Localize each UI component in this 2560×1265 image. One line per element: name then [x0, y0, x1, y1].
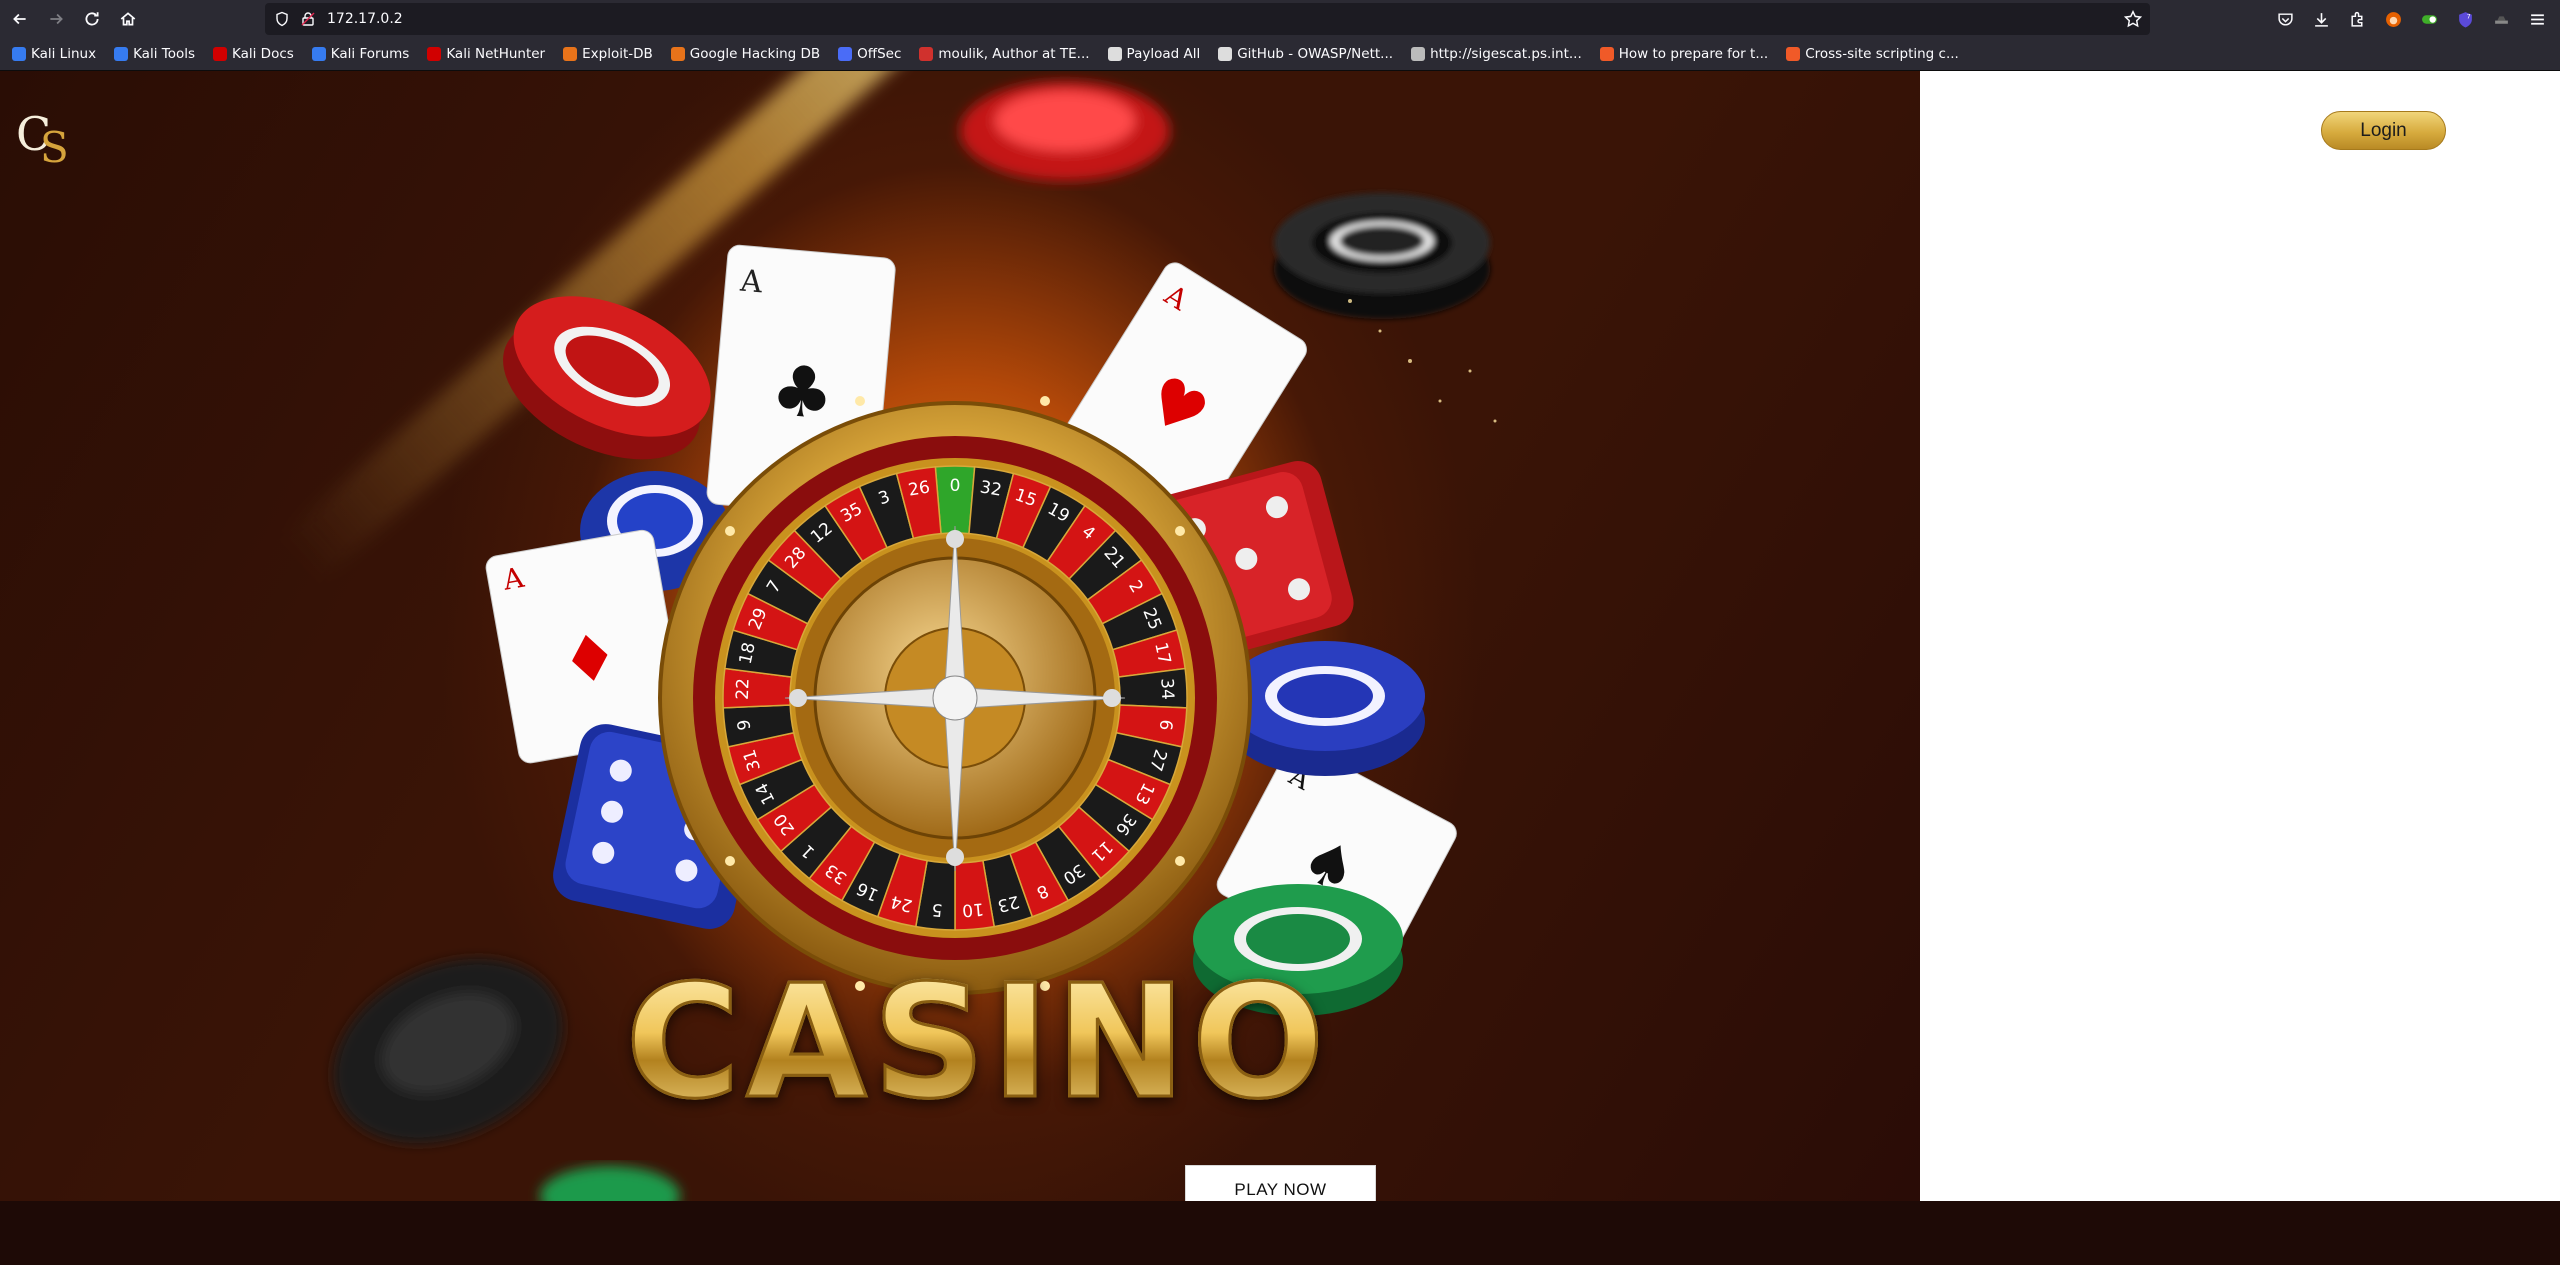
bookmark-favicon-icon	[670, 47, 685, 61]
bookmark-item[interactable]: Kali Docs	[213, 46, 294, 62]
bookmark-label: Kali Tools	[133, 46, 195, 62]
login-button[interactable]: Login	[2321, 111, 2446, 150]
red-chip-blurred	[960, 81, 1170, 181]
bookmark-favicon-icon	[838, 47, 853, 61]
roulette-number: 34	[1156, 678, 1177, 700]
page-bottom-band	[0, 1201, 2560, 1265]
pocket-icon[interactable]	[2272, 6, 2298, 32]
bookmark-item[interactable]: OffSec	[838, 46, 901, 62]
bookmark-favicon-icon	[311, 47, 326, 61]
bookmark-label: Cross-site scripting c...	[1805, 46, 1959, 62]
black-chip	[1274, 193, 1490, 319]
bookmark-item[interactable]: Payload All	[1107, 46, 1201, 62]
toggle-extension-icon[interactable]	[2416, 6, 2442, 32]
roulette-number: 22	[733, 678, 754, 700]
bookmark-item[interactable]: Kali NetHunter	[427, 46, 545, 62]
bookmark-favicon-icon	[12, 47, 26, 61]
bookmark-label: Google Hacking DB	[689, 46, 821, 62]
forward-icon[interactable]	[40, 3, 72, 35]
bookmark-favicon-icon	[1107, 47, 1122, 61]
roulette-number: 0	[950, 476, 961, 496]
url-text[interactable]: 172.17.0.2	[327, 11, 403, 27]
insecure-lock-icon[interactable]	[299, 10, 317, 28]
svg-text:♣: ♣	[768, 349, 838, 436]
bookmark-favicon-icon	[114, 47, 129, 61]
roulette-number: 5	[931, 899, 943, 920]
roulette-number: 26	[907, 477, 932, 500]
bookmark-item[interactable]: Cross-site scripting c...	[1786, 46, 1959, 62]
bookmark-label: http://sigescat.ps.int...	[1430, 46, 1582, 62]
bookmark-item[interactable]: How to prepare for t...	[1599, 46, 1769, 62]
home-icon[interactable]	[112, 3, 144, 35]
bookmark-favicon-icon	[1599, 47, 1614, 61]
bookmark-label: Payload All	[1126, 46, 1201, 62]
reload-icon[interactable]	[76, 3, 108, 35]
shield-icon[interactable]	[273, 10, 291, 28]
green-chip-blurred	[540, 1166, 680, 1201]
roulette-wheel: 0 32 1519421225173462713361130823105241633…	[658, 396, 1252, 995]
play-now-button[interactable]: PLAY NOW	[1185, 1165, 1376, 1201]
red-chip	[503, 296, 711, 460]
toolbar-right-tools: 7	[2272, 0, 2550, 38]
casino-title: CASINO	[618, 950, 1338, 1135]
bookmark-label: GitHub - OWASP/Nett...	[1237, 46, 1394, 62]
bookmark-favicon-icon	[427, 47, 442, 61]
bookmark-favicon-icon	[1218, 47, 1233, 61]
bookmark-favicon-icon	[1411, 47, 1426, 61]
bookmark-item[interactable]: Google Hacking DB	[670, 46, 821, 62]
shield-extension-icon[interactable]: 7	[2452, 6, 2478, 32]
bookmark-item[interactable]: Kali Tools	[114, 46, 195, 62]
bookmark-label: Kali Linux	[31, 46, 97, 62]
cs-logo[interactable]: C S	[16, 107, 76, 172]
bookmark-label: OffSec	[857, 46, 902, 62]
bookmark-item[interactable]: Kali Forums	[311, 46, 410, 62]
url-bar[interactable]: 172.17.0.2	[265, 3, 2150, 35]
web-page: A ♣ A ♥ A ♦ A ♠ 0 32 15 19 4 21 2 25 17 …	[0, 71, 2560, 1265]
bookmark-label: How to prepare for t...	[1618, 46, 1769, 62]
bookmark-item[interactable]: moulik, Author at TE...	[919, 46, 1090, 62]
svg-text:7: 7	[2466, 12, 2470, 20]
bookmark-item[interactable]: Exploit-DB	[563, 46, 653, 62]
browser-toolbar: 172.17.0.2 7	[0, 0, 2560, 38]
bookmark-item[interactable]: GitHub - OWASP/Nett...	[1218, 46, 1393, 62]
bookmark-label: Exploit-DB	[582, 46, 653, 62]
ace-of-diamonds-card: A ♦	[485, 529, 687, 764]
bookmark-favicon-icon	[563, 47, 578, 61]
fox-extension-icon[interactable]	[2380, 6, 2406, 32]
bookmark-favicon-icon	[919, 47, 934, 61]
download-icon[interactable]	[2308, 6, 2334, 32]
bookmark-label: Kali Forums	[330, 46, 410, 62]
bookmark-label: moulik, Author at TE...	[938, 46, 1090, 62]
bookmark-label: Kali NetHunter	[446, 46, 546, 62]
blue-chip-right	[1225, 641, 1425, 776]
bookmark-favicon-icon	[213, 47, 227, 61]
roulette-number: 32	[978, 477, 1003, 500]
black-chip-blurred	[333, 958, 563, 1144]
bookmarks-toolbar: Kali Linux Kali Tools Kali Docs Kali Forums…	[0, 38, 2560, 71]
bookmark-label: Kali Docs	[232, 46, 294, 62]
svg-text:A: A	[738, 263, 764, 300]
account-icon[interactable]	[2488, 6, 2514, 32]
bookmark-item[interactable]: http://sigescat.ps.int...	[1411, 46, 1582, 62]
menu-icon[interactable]	[2524, 6, 2550, 32]
back-icon[interactable]	[4, 3, 36, 35]
right-white-panel	[1920, 71, 2560, 1201]
hero-banner: A ♣ A ♥ A ♦ A ♠ 0 32 15 19 4 21 2 25 17 …	[0, 71, 1920, 1201]
bookmark-star-icon[interactable]	[2123, 9, 2143, 28]
bookmark-item[interactable]: Kali Linux	[12, 46, 96, 62]
extensions-icon[interactable]	[2344, 6, 2370, 32]
roulette-number: 10	[961, 898, 984, 920]
bookmark-favicon-icon	[1786, 47, 1801, 61]
logo-letter-s: S	[40, 123, 69, 172]
